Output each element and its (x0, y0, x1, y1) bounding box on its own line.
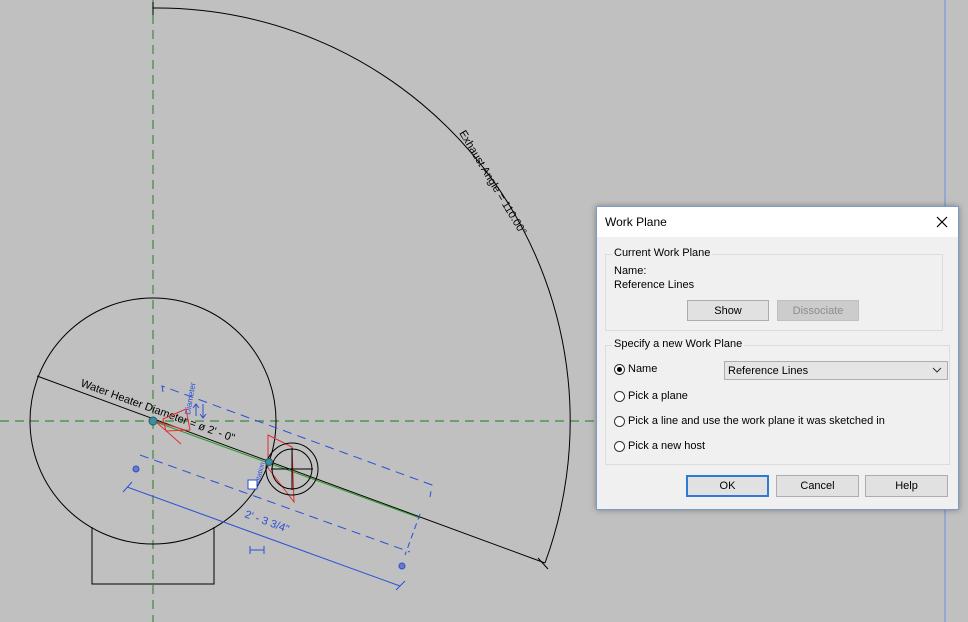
current-name-label: Name: (614, 265, 647, 277)
dialog-titlebar[interactable]: Work Plane (597, 207, 958, 237)
length-dimension-line[interactable] (126, 486, 401, 587)
chevron-down-icon (932, 367, 942, 373)
diameter-dim-arrows (192, 403, 207, 419)
option-pick-host[interactable]: Pick a new host (614, 440, 705, 452)
show-button[interactable]: Show (687, 300, 769, 321)
grip-dot-left[interactable] (132, 465, 140, 473)
rotation-grip-icon[interactable] (247, 479, 258, 490)
option-pick-plane[interactable]: Pick a plane (614, 390, 688, 402)
option-pick-line[interactable]: Pick a line and use the work plane it wa… (614, 415, 885, 427)
diameter-parameter-label: Diameter (183, 381, 198, 415)
option-name-radio[interactable] (614, 363, 625, 375)
current-work-plane-title: Current Work Plane (612, 247, 713, 259)
dissociate-button[interactable]: Dissociate (777, 300, 859, 321)
work-plane-dialog: Work Plane Current Work Plane Name: Refe… (596, 206, 959, 510)
specify-work-plane-group: Specify a new Work Plane Name Reference … (605, 338, 950, 465)
close-icon (936, 216, 948, 228)
dissociate-button-label: Dissociate (792, 304, 844, 317)
option-name[interactable]: Name (614, 363, 657, 375)
dialog-title: Work Plane (605, 215, 667, 229)
help-button[interactable]: Help (865, 475, 948, 497)
dim-dashed-line-mid (139, 454, 411, 553)
option-pick-line-label: Pick a line and use the work plane it wa… (628, 415, 885, 427)
ok-button-label: OK (719, 480, 736, 492)
work-plane-name-select[interactable]: Reference Lines (724, 361, 948, 380)
current-name-value: Reference Lines (614, 279, 695, 291)
option-pick-line-radio[interactable] (614, 415, 625, 427)
specify-work-plane-title: Specify a new Work Plane (612, 338, 745, 350)
exhaust-angle-label: Exhaust Angle = 110.00° (456, 128, 528, 237)
option-pick-host-radio[interactable] (614, 440, 625, 452)
show-button-label: Show (714, 304, 742, 317)
work-plane-name-value: Reference Lines (728, 364, 809, 377)
grip-dot-right[interactable] (398, 562, 406, 570)
option-pick-plane-label: Pick a plane (628, 390, 688, 402)
diameter-label: Water Heater Diameter = ø 2' - 0" (79, 378, 236, 445)
exhaust-angle-arc (152, 7, 571, 564)
grip-dot-vent[interactable] (265, 458, 273, 466)
dim-dashed-line-end (404, 513, 421, 556)
option-pick-host-label: Pick a new host (628, 440, 706, 452)
dimension-lock-icon[interactable] (249, 546, 265, 554)
close-button[interactable] (926, 207, 958, 237)
ok-button[interactable]: OK (686, 475, 769, 497)
cancel-button-label: Cancel (800, 480, 835, 492)
dim-dashed-outline-top (161, 385, 433, 498)
current-work-plane-group: Current Work Plane Name: Reference Lines… (605, 247, 943, 331)
help-button-label: Help (895, 480, 918, 492)
option-name-label: Name (628, 363, 658, 375)
length-dim-tick-left (122, 481, 133, 493)
cancel-button[interactable]: Cancel (776, 475, 859, 497)
option-pick-plane-radio[interactable] (614, 390, 625, 402)
grip-dot-center[interactable] (148, 416, 158, 426)
